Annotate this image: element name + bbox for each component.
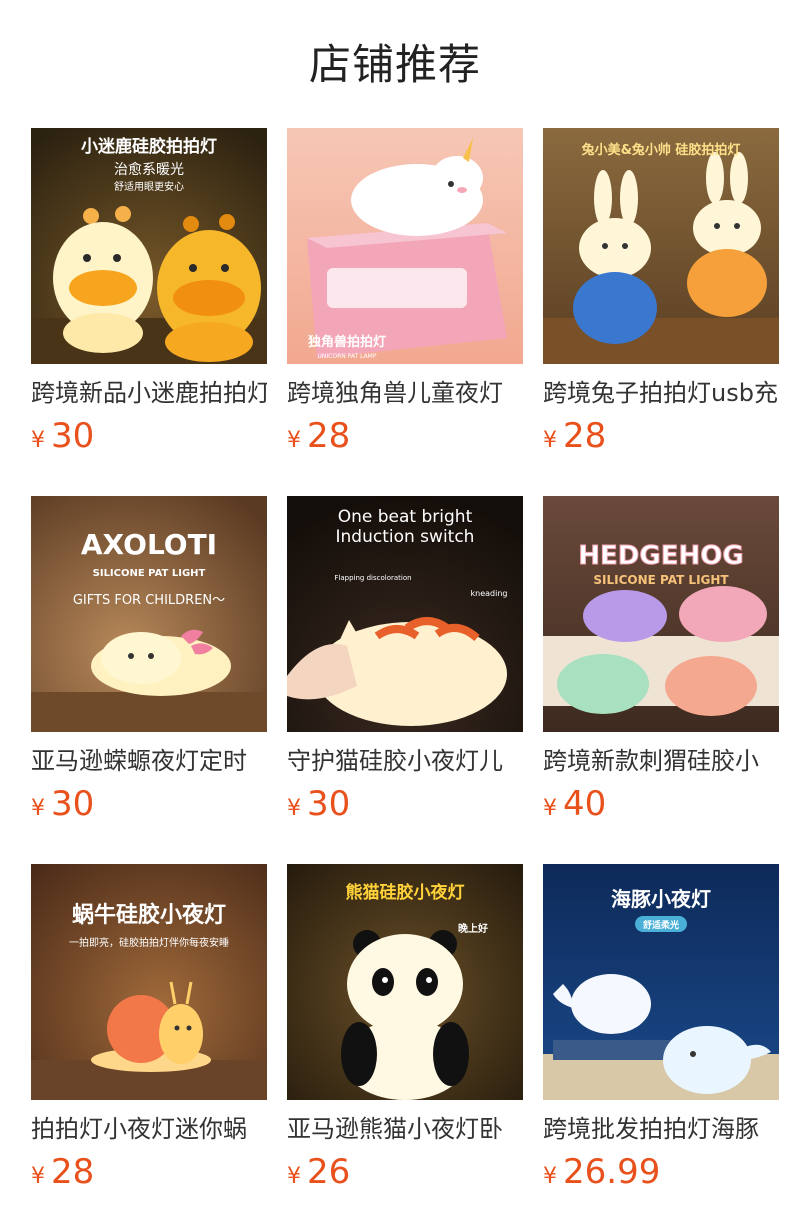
image-label: Flapping discoloration	[334, 574, 411, 582]
snail-lamp-icon: 蜗牛硅胶小夜灯 一拍即亮，硅胶拍拍灯伴你每夜安睡	[31, 864, 267, 1100]
currency-symbol: ¥	[31, 796, 45, 821]
product-image[interactable]: 兔小美&兔小帅 硅胶拍拍灯	[543, 128, 779, 364]
image-subline: Induction switch	[336, 527, 475, 547]
image-headline: 海豚小夜灯	[611, 887, 711, 911]
product-price: ¥28	[31, 1152, 94, 1192]
image-subline: SILICONE PAT LIGHT	[93, 568, 206, 579]
currency-symbol: ¥	[543, 796, 557, 821]
currency-symbol: ¥	[31, 428, 45, 453]
product-name[interactable]: 亚马逊蝾螈夜灯定时	[31, 744, 267, 778]
price-amount: 26	[307, 1152, 351, 1192]
giraffe-lamp-icon: 小迷鹿硅胶拍拍灯 治愈系暖光 舒适用眼更安心	[31, 128, 267, 364]
price-amount: 30	[51, 416, 95, 456]
price-amount: 40	[563, 784, 607, 824]
page-title: 店铺推荐	[308, 40, 481, 89]
image-headline: HEDGEHOG	[578, 541, 743, 571]
image-headline: 蜗牛硅胶小夜灯	[72, 902, 226, 928]
product-name[interactable]: 跨境新品小迷鹿拍拍灯	[31, 376, 267, 410]
image-headline: 独角兽拍拍灯	[308, 334, 386, 350]
product-image[interactable]: AXOLOTI SILICONE PAT LIGHT GIFTS FOR CHI…	[31, 496, 267, 732]
hedgehog-lamp-icon: HEDGEHOG SILICONE PAT LIGHT	[543, 496, 779, 732]
image-caption: 舒适用眼更安心	[114, 180, 184, 193]
product-image[interactable]: 海豚小夜灯 舒适柔光	[543, 864, 779, 1100]
rabbit-lamp-icon: 兔小美&兔小帅 硅胶拍拍灯	[543, 128, 779, 364]
product-price: ¥30	[287, 784, 350, 824]
product-price: ¥40	[543, 784, 606, 824]
image-subline: 舒适柔光	[643, 919, 679, 931]
image-subline: SILICONE PAT LIGHT	[593, 573, 729, 587]
image-headline: 兔小美&兔小帅 硅胶拍拍灯	[581, 142, 741, 158]
product-card[interactable]: 小迷鹿硅胶拍拍灯 治愈系暖光 舒适用眼更安心 跨境新品小迷鹿拍拍灯 ¥30	[31, 128, 267, 468]
currency-symbol: ¥	[543, 428, 557, 453]
currency-symbol: ¥	[287, 1164, 301, 1189]
image-subline: 治愈系暖光	[114, 162, 184, 178]
panda-lamp-icon: 熊猫硅胶小夜灯 晚上好	[287, 864, 523, 1100]
product-price: ¥26.99	[543, 1152, 660, 1192]
product-name[interactable]: 跨境独角兽儿童夜灯	[287, 376, 523, 410]
product-card[interactable]: AXOLOTI SILICONE PAT LIGHT GIFTS FOR CHI…	[31, 496, 267, 836]
product-name[interactable]: 跨境新款刺猬硅胶小	[543, 744, 779, 778]
product-image[interactable]: 独角兽拍拍灯 UNICORN PAT LAMP	[287, 128, 523, 364]
product-image[interactable]: One beat bright Induction switch Flappin…	[287, 496, 523, 732]
image-headline: 小迷鹿硅胶拍拍灯	[81, 136, 217, 157]
currency-symbol: ¥	[31, 1164, 45, 1189]
product-price: ¥28	[287, 416, 350, 456]
price-amount: 28	[51, 1152, 95, 1192]
product-card[interactable]: 兔小美&兔小帅 硅胶拍拍灯 跨境兔子拍拍灯usb充 ¥28	[543, 128, 779, 468]
currency-symbol: ¥	[287, 428, 301, 453]
currency-symbol: ¥	[543, 1164, 557, 1189]
image-caption: UNICORN PAT LAMP	[318, 353, 377, 360]
product-card[interactable]: 蜗牛硅胶小夜灯 一拍即亮，硅胶拍拍灯伴你每夜安睡 拍拍灯小夜灯迷你蜗 ¥28	[31, 864, 267, 1204]
price-amount: 28	[307, 416, 351, 456]
price-amount: 30	[307, 784, 351, 824]
image-caption: GIFTS FOR CHILDREN～	[73, 593, 225, 608]
price-amount: 30	[51, 784, 95, 824]
product-image[interactable]: 蜗牛硅胶小夜灯 一拍即亮，硅胶拍拍灯伴你每夜安睡	[31, 864, 267, 1100]
price-amount: 28	[563, 416, 607, 456]
image-caption: 晚上好	[458, 922, 488, 935]
image-headline: AXOLOTI	[81, 528, 217, 561]
product-name[interactable]: 跨境批发拍拍灯海豚	[543, 1112, 779, 1146]
dolphin-lamp-icon: 海豚小夜灯 舒适柔光	[543, 864, 779, 1100]
product-price: ¥30	[31, 784, 94, 824]
product-price: ¥26	[287, 1152, 350, 1192]
product-image[interactable]: 熊猫硅胶小夜灯 晚上好	[287, 864, 523, 1100]
image-subline: 一拍即亮，硅胶拍拍灯伴你每夜安睡	[69, 936, 229, 949]
cat-lamp-icon: One beat bright Induction switch Flappin…	[287, 496, 523, 732]
unicorn-lamp-icon: 独角兽拍拍灯 UNICORN PAT LAMP	[287, 128, 523, 364]
image-label: kneading	[471, 589, 508, 598]
currency-symbol: ¥	[287, 796, 301, 821]
product-price: ¥28	[543, 416, 606, 456]
product-name[interactable]: 守护猫硅胶小夜灯儿	[287, 744, 523, 778]
axolotl-lamp-icon: AXOLOTI SILICONE PAT LIGHT GIFTS FOR CHI…	[31, 496, 267, 732]
product-card[interactable]: One beat bright Induction switch Flappin…	[287, 496, 523, 836]
product-image[interactable]: 小迷鹿硅胶拍拍灯 治愈系暖光 舒适用眼更安心	[31, 128, 267, 364]
product-name[interactable]: 亚马逊熊猫小夜灯卧	[287, 1112, 523, 1146]
product-name[interactable]: 拍拍灯小夜灯迷你蜗	[31, 1112, 267, 1146]
product-name[interactable]: 跨境兔子拍拍灯usb充	[543, 376, 779, 410]
product-card[interactable]: 熊猫硅胶小夜灯 晚上好 亚马逊熊猫小夜灯卧 ¥26	[287, 864, 523, 1204]
image-headline: 熊猫硅胶小夜灯	[346, 882, 465, 903]
image-headline: One beat bright	[338, 507, 473, 527]
product-card[interactable]: 海豚小夜灯 舒适柔光 跨境批发拍拍灯海豚 ¥26.99	[543, 864, 779, 1204]
product-price: ¥30	[31, 416, 94, 456]
product-image[interactable]: HEDGEHOG SILICONE PAT LIGHT	[543, 496, 779, 732]
product-card[interactable]: HEDGEHOG SILICONE PAT LIGHT 跨境新款刺猬硅胶小 ¥4…	[543, 496, 779, 836]
price-amount: 26.99	[563, 1152, 661, 1192]
product-card[interactable]: 独角兽拍拍灯 UNICORN PAT LAMP 跨境独角兽儿童夜灯 ¥28	[287, 128, 523, 468]
